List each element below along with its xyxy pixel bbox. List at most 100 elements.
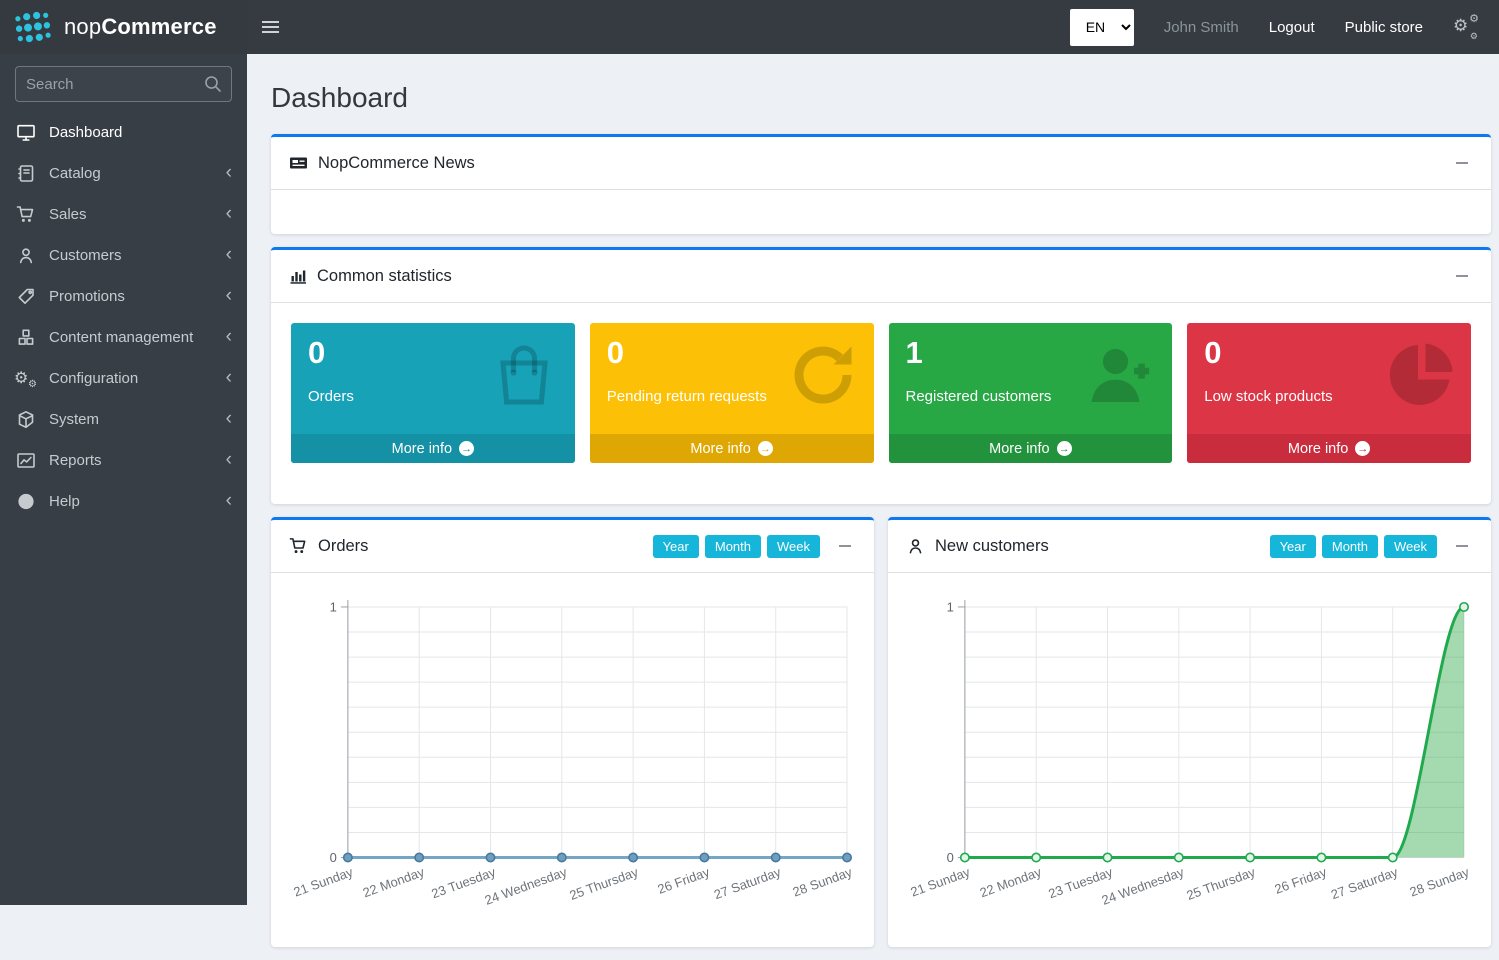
svg-text:24 Wednesday: 24 Wednesday	[1100, 864, 1187, 908]
sidebar-item-content-management[interactable]: Content management ‹	[0, 317, 247, 358]
more-info-link[interactable]: More info →	[590, 434, 874, 463]
year-button[interactable]: Year	[653, 535, 699, 558]
question-circle-icon: ?	[15, 492, 37, 511]
svg-text:1: 1	[330, 599, 337, 614]
cubes-icon	[15, 328, 37, 347]
sidebar-item-system[interactable]: System ‹	[0, 399, 247, 440]
collapse-button[interactable]	[1451, 535, 1473, 557]
arrow-circle-icon: →	[1355, 441, 1370, 456]
sidebar-item-catalog[interactable]: Catalog ‹	[0, 153, 247, 194]
tag-icon	[15, 287, 37, 306]
collapse-button[interactable]	[1451, 152, 1473, 174]
news-panel: NopCommerce News	[271, 134, 1491, 234]
more-info-link[interactable]: More info →	[291, 434, 575, 463]
svg-text:26 Friday: 26 Friday	[656, 864, 712, 897]
page-title: Dashboard	[271, 82, 1491, 114]
new-customers-panel-title: New customers	[935, 537, 1049, 556]
bar-chart-icon	[289, 268, 307, 284]
news-panel-title: NopCommerce News	[318, 154, 475, 173]
svg-text:1: 1	[947, 599, 954, 614]
svg-text:25 Thursday: 25 Thursday	[1184, 864, 1257, 903]
year-button[interactable]: Year	[1270, 535, 1316, 558]
user-plus-icon	[1082, 339, 1158, 416]
orders-line-chart: 0121 Sunday22 Monday23 Tuesday24 Wednesd…	[271, 579, 874, 922]
more-info-link[interactable]: More info →	[889, 434, 1173, 463]
svg-text:22 Monday: 22 Monday	[978, 864, 1044, 900]
public-store-link[interactable]: Public store	[1345, 19, 1423, 36]
orders-panel-title: Orders	[318, 537, 368, 556]
cube-icon	[15, 410, 37, 429]
month-button[interactable]: Month	[705, 535, 761, 558]
logout-link[interactable]: Logout	[1269, 19, 1315, 36]
sidebar-item-sales[interactable]: Sales ‹	[0, 194, 247, 235]
week-button[interactable]: Week	[1384, 535, 1437, 558]
settings-gears-icon[interactable]: ⚙⚙⚙	[1453, 15, 1479, 39]
sidebar-item-reports[interactable]: Reports ‹	[0, 440, 247, 481]
new-customers-chart-panel: New customers Year Month Week 0121 Sunda…	[888, 517, 1491, 947]
shopping-bag-icon	[487, 339, 561, 416]
arrow-circle-icon: →	[758, 441, 773, 456]
nopcommerce-dots-icon	[10, 7, 56, 47]
svg-text:27 Saturday: 27 Saturday	[1329, 864, 1400, 902]
search-icon[interactable]	[203, 74, 223, 94]
chevron-left-icon: ‹	[226, 491, 232, 513]
sidebar-toggle-button[interactable]	[247, 0, 293, 54]
sidebar-item-promotions[interactable]: Promotions ‹	[0, 276, 247, 317]
orders-chart-panel: Orders Year Month Week 0 1 21 Sunday22 Mon…	[271, 517, 874, 947]
sidebar-item-customers[interactable]: Customers ‹	[0, 235, 247, 276]
chevron-left-icon: ‹	[226, 368, 232, 390]
new-customers-line-chart: 0121 Sunday22 Monday23 Tuesday24 Wednesd…	[888, 579, 1491, 922]
svg-text:24 Wednesday: 24 Wednesday	[483, 864, 570, 908]
statistics-panel-title: Common statistics	[317, 267, 452, 286]
month-button[interactable]: Month	[1322, 535, 1378, 558]
language-select[interactable]: EN	[1070, 9, 1134, 46]
brand-logo[interactable]: nopCommerce	[0, 0, 247, 54]
sidebar: Dashboard Catalog ‹ Sales ‹ Customers ‹	[0, 54, 247, 905]
chevron-left-icon: ‹	[226, 409, 232, 431]
chart-line-icon	[15, 451, 37, 470]
chevron-left-icon: ‹	[226, 450, 232, 472]
arrow-circle-icon: →	[1057, 441, 1072, 456]
more-info-link[interactable]: More info →	[1187, 434, 1471, 463]
rotate-right-icon	[786, 339, 860, 416]
cart-icon	[15, 205, 37, 224]
pie-chart-icon	[1385, 339, 1457, 416]
svg-text:28 Sunday: 28 Sunday	[791, 864, 855, 899]
chevron-left-icon: ‹	[226, 163, 232, 185]
svg-text:21 Sunday: 21 Sunday	[291, 864, 355, 899]
svg-text:27 Saturday: 27 Saturday	[712, 864, 783, 902]
week-button[interactable]: Week	[767, 535, 820, 558]
catalog-icon	[15, 164, 37, 183]
news-panel-body	[271, 190, 1491, 234]
chevron-left-icon: ‹	[226, 245, 232, 267]
top-navbar: nopCommerce EN John Smith Logout Public …	[0, 0, 1499, 54]
newspaper-icon	[289, 155, 308, 171]
svg-text:22 Monday: 22 Monday	[361, 864, 427, 900]
user-name-link[interactable]: John Smith	[1164, 19, 1239, 36]
svg-text:28 Sunday: 28 Sunday	[1408, 864, 1472, 899]
common-statistics-panel: Common statistics 0 Orders More info → 0…	[271, 247, 1491, 504]
registered-customers-stat-card: 1 Registered customers More info →	[889, 323, 1173, 463]
cart-icon	[289, 537, 308, 555]
person-icon	[15, 246, 37, 265]
collapse-button[interactable]	[834, 535, 856, 557]
chevron-left-icon: ‹	[226, 327, 232, 349]
sidebar-item-dashboard[interactable]: Dashboard	[0, 112, 247, 153]
chevron-left-icon: ‹	[226, 204, 232, 226]
svg-text:21 Sunday: 21 Sunday	[908, 864, 972, 899]
search-input[interactable]	[15, 66, 232, 102]
sidebar-item-help[interactable]: ? Help ‹	[0, 481, 247, 522]
chevron-left-icon: ‹	[226, 286, 232, 308]
svg-text:25 Thursday: 25 Thursday	[567, 864, 640, 903]
svg-text:26 Friday: 26 Friday	[1273, 864, 1329, 897]
dashboard-icon	[15, 123, 37, 142]
main-content: Dashboard NopCommerce News Common statis…	[247, 54, 1499, 960]
low-stock-stat-card: 0 Low stock products More info →	[1187, 323, 1471, 463]
svg-text:0: 0	[330, 850, 337, 865]
sidebar-menu: Dashboard Catalog ‹ Sales ‹ Customers ‹	[0, 112, 247, 522]
collapse-button[interactable]	[1451, 265, 1473, 287]
sidebar-item-configuration[interactable]: ⚙⚙ Configuration ‹	[0, 358, 247, 399]
brand-name: nopCommerce	[64, 14, 217, 40]
pending-returns-stat-card: 0 Pending return requests More info →	[590, 323, 874, 463]
orders-stat-card: 0 Orders More info →	[291, 323, 575, 463]
